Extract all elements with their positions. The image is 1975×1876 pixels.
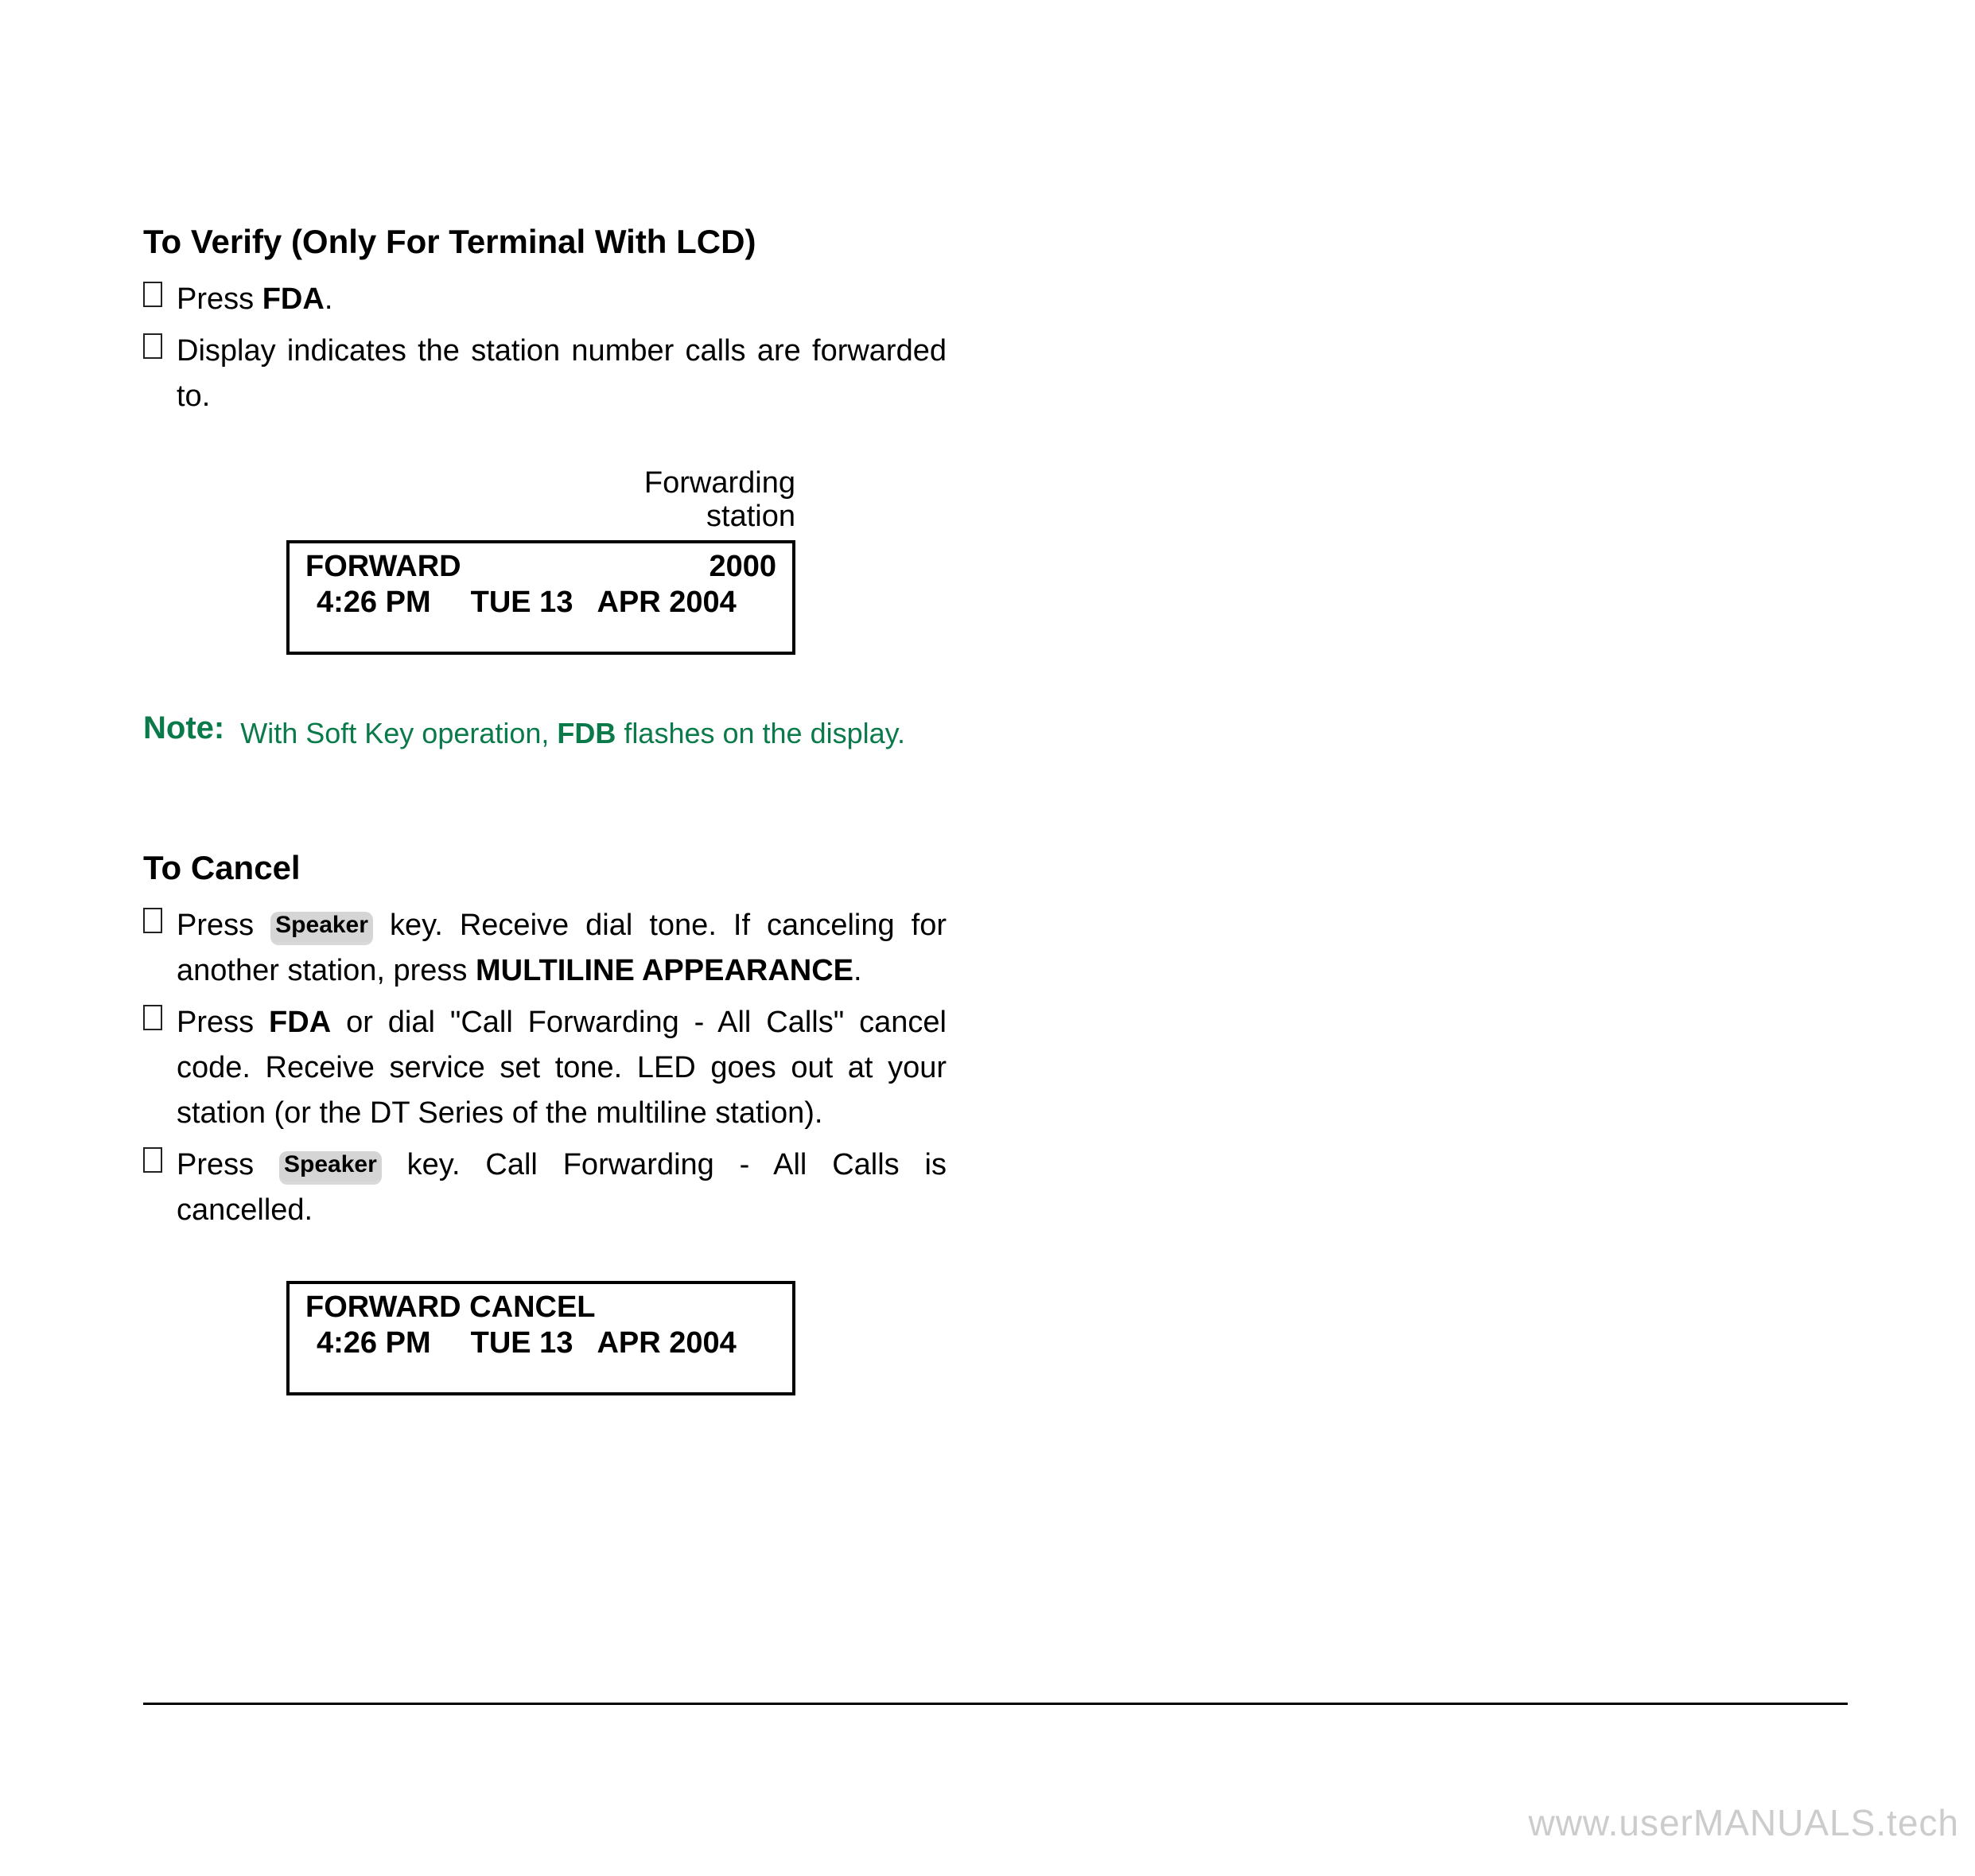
list-item: Press FDA or dial "Call Forwarding - All… (143, 1000, 947, 1136)
lcd-row: FORWARD CANCEL (305, 1290, 776, 1325)
lcd-row: 4:26 PM TUE 13 APR 2004 (305, 1326, 776, 1360)
footer-divider (143, 1703, 1848, 1705)
section-title-verify: To Verify (Only For Terminal With LCD) (143, 223, 947, 261)
text-bold: FDA (269, 1006, 331, 1039)
text-bold: MULTILINE APPEARANCE (476, 954, 853, 987)
item-text: Press FDA. (177, 277, 332, 322)
note-label: Note: (143, 710, 224, 753)
item-text: Press Speaker key. Receive dial tone. If… (177, 903, 947, 994)
page-content: To Verify (Only For Terminal With LCD) P… (143, 223, 947, 1395)
checkbox-icon (143, 333, 162, 359)
watermark-part: www.user (1528, 1802, 1693, 1843)
watermark-part: .tech (1876, 1802, 1959, 1843)
section-cancel: To Cancel Press Speaker key. Receive dia… (143, 849, 947, 1395)
lcd-label: Forwarding station (143, 467, 795, 534)
lcd-day: TUE 13 (471, 586, 573, 620)
text-fragment: Press (177, 282, 262, 316)
text-fragment: flashes on the display. (616, 717, 905, 749)
lcd-label-line: Forwarding (143, 467, 795, 500)
lcd-forward-label: FORWARD (305, 550, 461, 584)
text-fragment: . (325, 282, 333, 316)
item-text: Press FDA or dial "Call Forwarding - All… (177, 1000, 947, 1136)
text-fragment: Press (177, 1148, 279, 1181)
list-item: Press Speaker key. Call Forwarding - All… (143, 1142, 947, 1233)
lcd-display: FORWARD CANCEL 4:26 PM TUE 13 APR 2004 (286, 1281, 795, 1395)
text-fragment: Press (177, 909, 270, 942)
lcd-label-line: station (143, 500, 795, 534)
checkbox-icon (143, 1147, 162, 1173)
checkbox-icon (143, 282, 162, 307)
speaker-key-icon: Speaker (279, 1151, 382, 1181)
text-fragment: Press (177, 1006, 269, 1039)
note-text: With Soft Key operation, FDB flashes on … (240, 710, 905, 753)
list-item: Press FDA. (143, 277, 947, 322)
lcd-cancel-label: FORWARD CANCEL (305, 1290, 596, 1325)
lcd-day: TUE 13 (471, 1326, 573, 1360)
text-bold: FDB (557, 717, 616, 749)
watermark-part: MANUALS (1693, 1802, 1876, 1843)
lcd-date: APR 2004 (597, 1326, 736, 1360)
lcd-row: FORWARD 2000 (305, 550, 776, 584)
text-fragment: . (853, 954, 862, 987)
text-bold: FDA (262, 282, 325, 316)
lcd-row: 4:26 PM TUE 13 APR 2004 (305, 586, 776, 620)
text-fragment: With Soft Key operation, (240, 717, 557, 749)
section-title-cancel: To Cancel (143, 849, 947, 887)
lcd-time: 4:26 PM (317, 586, 431, 620)
checkbox-icon (143, 1005, 162, 1030)
watermark: www.userMANUALS.tech (1528, 1801, 1959, 1844)
list-item: Display indicates the station number cal… (143, 329, 947, 419)
section-verify: To Verify (Only For Terminal With LCD) P… (143, 223, 947, 753)
lcd-date: APR 2004 (597, 586, 736, 620)
item-text: Press Speaker key. Call Forwarding - All… (177, 1142, 947, 1233)
speaker-key-icon: Speaker (270, 912, 373, 942)
note-block: Note: With Soft Key operation, FDB flash… (143, 710, 947, 753)
lcd-station-number: 2000 (709, 550, 776, 584)
checkbox-icon (143, 908, 162, 933)
item-text: Display indicates the station number cal… (177, 329, 947, 419)
lcd-time: 4:26 PM (317, 1326, 431, 1360)
list-item: Press Speaker key. Receive dial tone. If… (143, 903, 947, 994)
lcd-display: FORWARD 2000 4:26 PM TUE 13 APR 2004 (286, 540, 795, 655)
